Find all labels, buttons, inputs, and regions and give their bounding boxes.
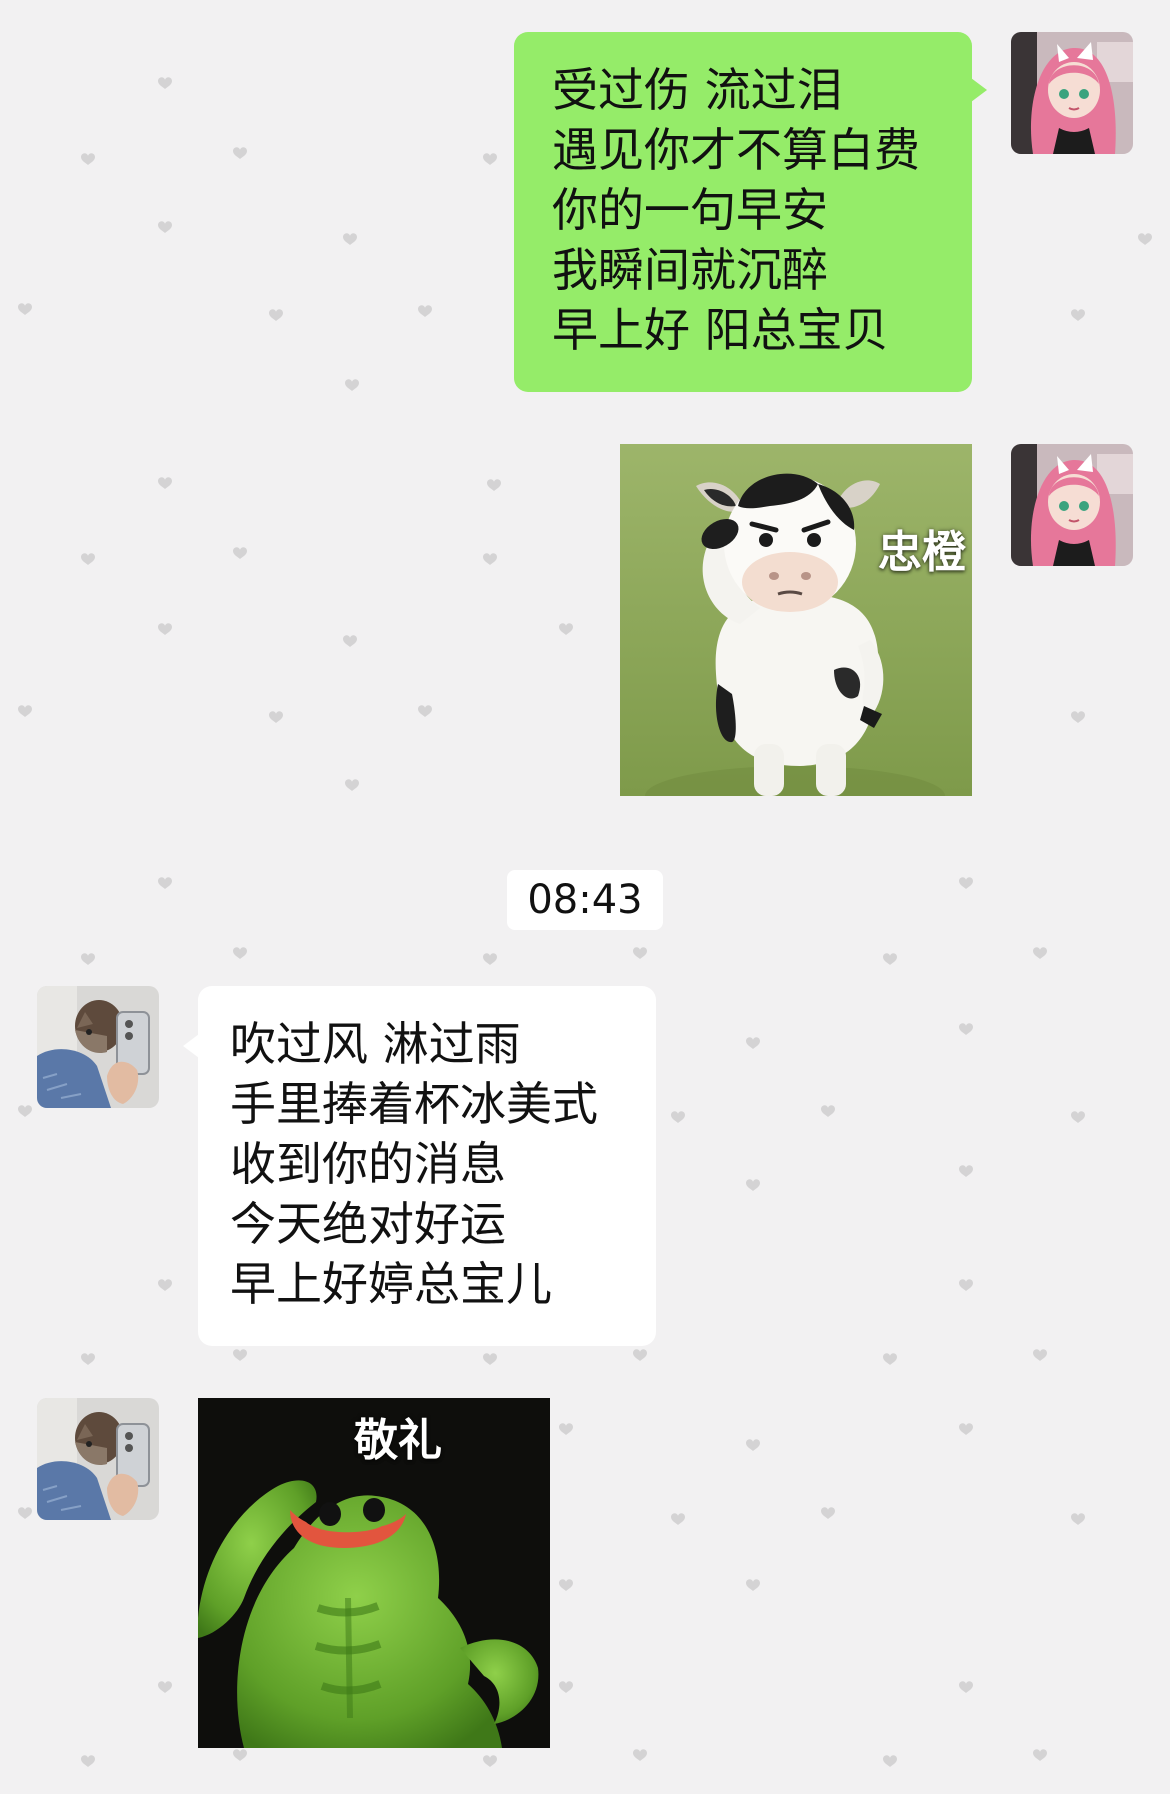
heart-icon [883, 953, 897, 965]
heart-icon [959, 1023, 973, 1035]
heart-icon [158, 77, 172, 89]
heart-icon [1071, 1513, 1085, 1525]
heart-icon [821, 1105, 835, 1117]
heart-icon [959, 1423, 973, 1435]
heart-icon [233, 547, 247, 559]
heart-icon [81, 1755, 95, 1767]
contact-avatar[interactable] [37, 986, 159, 1108]
message-line: 手里捧着杯冰美式 [230, 1077, 598, 1131]
sticker-caption: 敬礼 [354, 1415, 442, 1466]
heart-icon [483, 1755, 497, 1767]
my-avatar[interactable] [1011, 444, 1133, 566]
heart-icon [959, 1279, 973, 1291]
heart-icon [158, 1681, 172, 1693]
heart-icon [18, 303, 32, 315]
cow-salute-image [620, 444, 972, 796]
message-line: 早上好 阳总宝贝 [552, 303, 889, 357]
heart-icon [269, 309, 283, 321]
message-line: 收到你的消息 [230, 1137, 506, 1191]
heart-icon [158, 221, 172, 233]
message-line: 受过伤 流过泪 [552, 63, 843, 117]
heart-icon [1138, 233, 1152, 245]
heart-icon [959, 1681, 973, 1693]
message-line: 吹过风 淋过雨 [230, 1017, 521, 1071]
heart-icon [1071, 309, 1085, 321]
heart-icon [633, 1349, 647, 1361]
heart-icon [158, 1279, 172, 1291]
contact-avatar[interactable] [37, 1398, 159, 1520]
heart-icon [418, 705, 432, 717]
heart-icon [483, 1353, 497, 1365]
heart-icon [343, 635, 357, 647]
message-line: 早上好婷总宝儿 [230, 1257, 552, 1311]
heart-icon [81, 1353, 95, 1365]
heart-icon [487, 479, 501, 491]
heart-icon [883, 1353, 897, 1365]
heart-icon [821, 1507, 835, 1519]
heart-icon [633, 947, 647, 959]
cow-salute-sticker[interactable]: 忠橙 [620, 444, 972, 796]
heart-icon [269, 711, 283, 723]
heart-icon [483, 553, 497, 565]
heart-icon [158, 477, 172, 489]
heart-icon [559, 1681, 573, 1693]
heart-icon [633, 1749, 647, 1761]
heart-icon [746, 1037, 760, 1049]
heart-icon [1071, 711, 1085, 723]
heart-icon [233, 147, 247, 159]
heart-icon [81, 153, 95, 165]
timestamp-divider: 08:43 [507, 870, 663, 930]
heart-icon [18, 1507, 32, 1519]
heart-icon [233, 1349, 247, 1361]
heart-icon [746, 1179, 760, 1191]
heart-icon [883, 1755, 897, 1767]
heart-icon [1033, 947, 1047, 959]
heart-icon [483, 953, 497, 965]
message-line: 你的一句早安 [552, 183, 828, 237]
heart-icon [233, 947, 247, 959]
cactus-salute-sticker[interactable]: 敬礼 [198, 1398, 550, 1748]
heart-icon [1033, 1749, 1047, 1761]
message-line: 我瞬间就沉醉 [552, 243, 828, 297]
heart-icon [158, 877, 172, 889]
heart-icon [959, 877, 973, 889]
bubble-tail [971, 78, 987, 102]
heart-icon [559, 1423, 573, 1435]
contact-message-bubble[interactable]: 吹过风 淋过雨 手里捧着杯冰美式 收到你的消息 今天绝对好运 早上好婷总宝儿 [183, 986, 656, 1346]
heart-icon [418, 305, 432, 317]
heart-icon [81, 953, 95, 965]
heart-icon [81, 553, 95, 565]
heart-icon [18, 705, 32, 717]
heart-icon [1071, 1111, 1085, 1123]
heart-icon [345, 379, 359, 391]
heart-icon [746, 1439, 760, 1451]
message-line: 遇见你才不算白费 [552, 123, 920, 177]
heart-icon [343, 233, 357, 245]
heart-icon [483, 153, 497, 165]
message-line: 今天绝对好运 [230, 1197, 506, 1251]
heart-icon [746, 1579, 760, 1591]
heart-icon [671, 1513, 685, 1525]
sticker-caption: 忠橙 [878, 527, 966, 578]
my-avatar[interactable] [1011, 32, 1133, 154]
heart-icon [959, 1165, 973, 1177]
heart-icon [158, 623, 172, 635]
heart-icon [1033, 1349, 1047, 1361]
heart-icon [18, 1105, 32, 1117]
heart-icon [559, 1579, 573, 1591]
my-message-bubble[interactable]: 受过伤 流过泪 遇见你才不算白费 你的一句早安 我瞬间就沉醉 早上好 阳总宝贝 [514, 32, 987, 392]
heart-icon [671, 1111, 685, 1123]
heart-icon [345, 779, 359, 791]
heart-icon [233, 1749, 247, 1761]
bubble-tail [183, 1034, 199, 1058]
heart-icon [559, 623, 573, 635]
